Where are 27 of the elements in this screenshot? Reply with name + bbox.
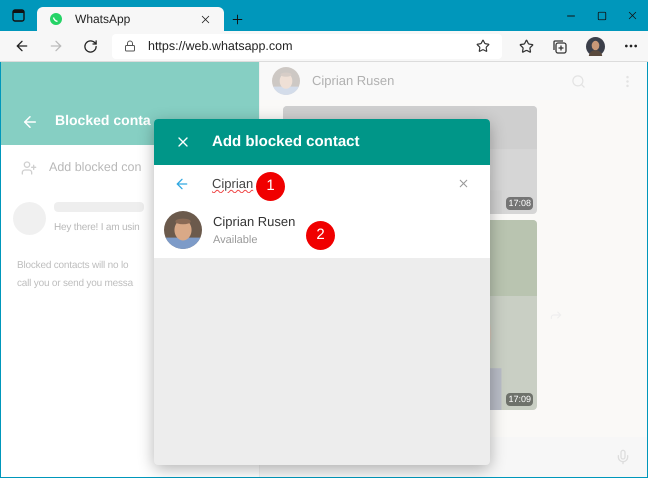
add-person-icon <box>21 160 37 176</box>
add-favorite-icon[interactable] <box>476 39 490 53</box>
maximize-icon[interactable] <box>596 10 606 20</box>
refresh-icon[interactable] <box>82 38 98 54</box>
favorites-icon[interactable] <box>519 38 534 54</box>
dialog-title: Add blocked contact <box>212 132 360 152</box>
message-time: 17:09 <box>506 392 533 406</box>
tab-actions-icon[interactable] <box>12 9 25 22</box>
clear-icon[interactable] <box>457 177 470 190</box>
address-bar[interactable]: https://web.whatsapp.com <box>112 34 502 58</box>
back-icon[interactable] <box>14 38 30 54</box>
new-tab-icon[interactable] <box>230 12 244 26</box>
browser-tab[interactable]: WhatsApp <box>37 7 224 31</box>
message-time: 17:08 <box>506 196 533 210</box>
note-text: Blocked contacts will no lo <box>17 259 130 273</box>
url-text: https://web.whatsapp.com <box>148 38 294 55</box>
note-text: call you or send you messa <box>17 277 134 291</box>
sidebar-title: Blocked conta <box>55 111 151 130</box>
chat-contact-name: Ciprian Rusen <box>312 72 396 90</box>
contact-status: Available <box>213 232 258 248</box>
lock-icon <box>124 40 136 52</box>
profile-avatar-icon[interactable] <box>586 36 605 56</box>
contact-status: Hey there! I am usin <box>54 220 140 234</box>
contact-name: Ciprian Rusen <box>213 213 296 231</box>
collections-icon[interactable] <box>552 38 568 54</box>
tab-title: WhatsApp <box>75 11 132 28</box>
close-icon[interactable] <box>626 9 639 22</box>
